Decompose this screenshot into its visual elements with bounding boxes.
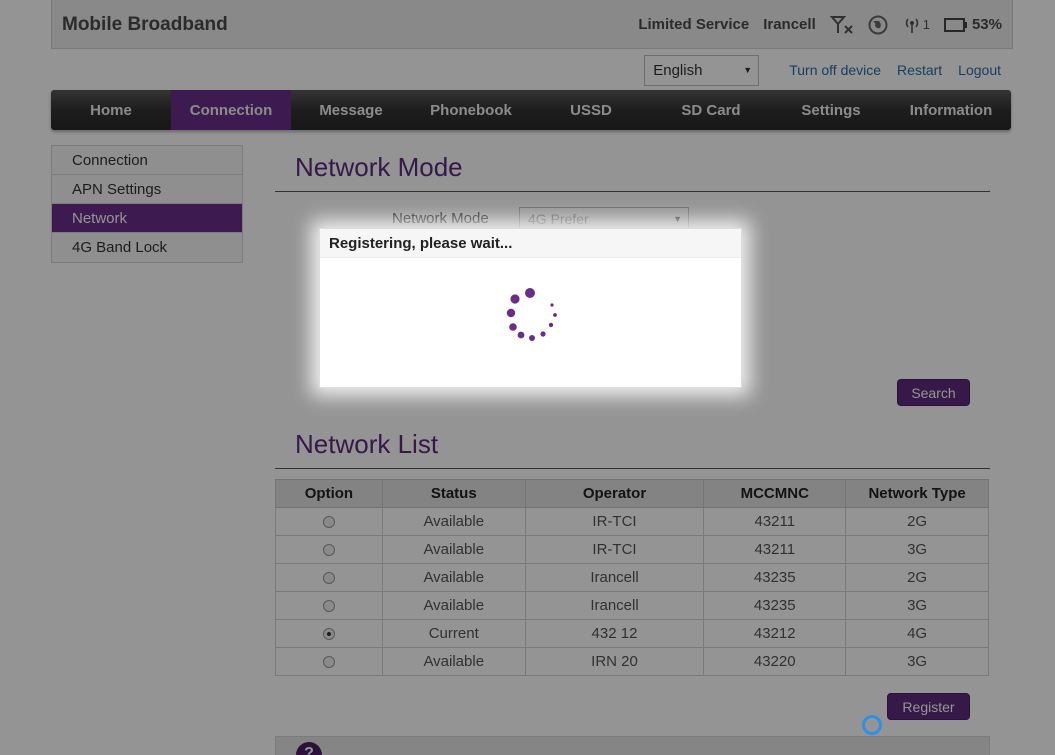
registering-dialog: Registering, please wait... — [319, 228, 742, 388]
cursor-indicator — [862, 715, 882, 735]
loading-spinner-icon — [506, 288, 557, 341]
dialog-title: Registering, please wait... — [320, 229, 741, 258]
page-root: Mobile Broadband Limited Service Irancel… — [0, 0, 1055, 755]
